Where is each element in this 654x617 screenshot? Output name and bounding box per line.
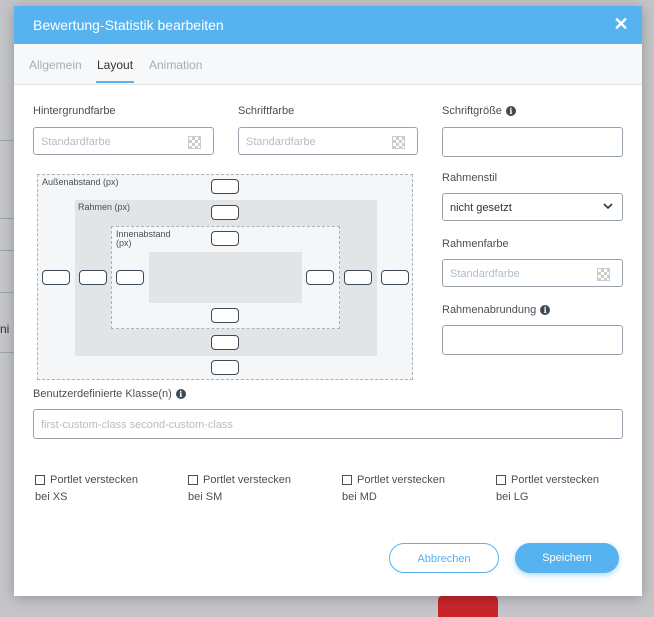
- margin-bottom-input[interactable]: [211, 360, 239, 375]
- font-color-label: Schriftfarbe: [238, 105, 295, 117]
- border-right-input[interactable]: [344, 270, 372, 285]
- border-color-field[interactable]: Standardfarbe: [442, 259, 623, 287]
- hide-lg-checkbox[interactable]: Portlet verstecken bei LG: [496, 472, 599, 506]
- tab-layout[interactable]: Layout: [97, 58, 133, 72]
- color-swatch-icon[interactable]: [392, 136, 405, 149]
- padding-label-line2: (px): [116, 238, 132, 248]
- info-icon[interactable]: i: [505, 106, 516, 117]
- checkbox-box[interactable]: [188, 475, 198, 486]
- padding-top-input[interactable]: [211, 231, 239, 246]
- background-divider: [0, 250, 14, 251]
- hide-xs-checkbox[interactable]: Portlet verstecken bei XS: [35, 472, 138, 506]
- chevron-down-icon: [603, 203, 613, 210]
- border-left-input[interactable]: [79, 270, 107, 285]
- tab-bar: Allgemein Layout Animation: [14, 44, 642, 85]
- background-color-placeholder: Standardfarbe: [41, 136, 111, 148]
- padding-left-input[interactable]: [116, 270, 144, 285]
- checkbox-label-line2: bei XS: [35, 491, 68, 503]
- checkbox-label-line2: bei LG: [496, 491, 529, 503]
- background-color-field[interactable]: Standardfarbe: [33, 127, 214, 155]
- hide-sm-checkbox[interactable]: Portlet verstecken bei SM: [188, 472, 291, 506]
- background-product-image: [438, 596, 498, 617]
- custom-class-placeholder: first-custom-class second-custom-class: [41, 419, 233, 431]
- border-color-label: Rahmenfarbe: [442, 238, 509, 250]
- close-icon[interactable]: ✕: [612, 15, 630, 33]
- padding-right-input[interactable]: [306, 270, 334, 285]
- border-color-placeholder: Standardfarbe: [450, 268, 520, 280]
- checkbox-label-line2: bei SM: [188, 491, 223, 503]
- content-box: [149, 252, 302, 303]
- border-style-select[interactable]: nicht gesetzt: [442, 193, 623, 221]
- custom-class-label: Benutzerdefinierte Klasse(n) i: [33, 388, 186, 400]
- cancel-button[interactable]: Abbrechen: [389, 543, 499, 573]
- margin-left-input[interactable]: [42, 270, 70, 285]
- checkbox-box[interactable]: [342, 475, 352, 486]
- font-size-label-text: Schriftgröße: [442, 105, 502, 117]
- border-label: Rahmen (px): [78, 202, 131, 212]
- save-button[interactable]: Speichern: [515, 543, 619, 573]
- dialog-header: Bewertung-Statistik bearbeiten ✕: [14, 6, 642, 44]
- checkbox-label: Portlet verstecken: [203, 474, 292, 486]
- tab-allgemein[interactable]: Allgemein: [29, 58, 82, 72]
- background-color-label: Hintergrundfarbe: [33, 105, 116, 117]
- background-partial-text: ni: [0, 322, 10, 336]
- border-top-input[interactable]: [211, 205, 239, 220]
- checkbox-box[interactable]: [496, 475, 506, 486]
- custom-class-input[interactable]: first-custom-class second-custom-class: [33, 409, 623, 439]
- border-style-value: nicht gesetzt: [450, 202, 512, 214]
- checkbox-label: Portlet verstecken: [357, 474, 446, 486]
- checkbox-label: Portlet verstecken: [511, 474, 600, 486]
- dialog-title: Bewertung-Statistik bearbeiten: [33, 17, 224, 33]
- background-divider: [0, 292, 14, 293]
- font-size-input[interactable]: [442, 127, 623, 157]
- border-radius-label-text: Rahmenabrundung: [442, 304, 537, 316]
- border-radius-label: Rahmenabrundung i: [442, 304, 551, 316]
- padding-bottom-input[interactable]: [211, 308, 239, 323]
- font-color-field[interactable]: Standardfarbe: [238, 127, 418, 155]
- info-icon[interactable]: i: [175, 389, 186, 400]
- checkbox-label-line2: bei MD: [342, 491, 377, 503]
- color-swatch-icon[interactable]: [188, 136, 201, 149]
- info-icon[interactable]: i: [540, 305, 551, 316]
- padding-label: Innenabstand (px): [116, 230, 171, 248]
- margin-label: Außenabstand (px): [42, 177, 119, 187]
- border-style-label: Rahmenstil: [442, 172, 498, 184]
- font-color-placeholder: Standardfarbe: [246, 136, 316, 148]
- tab-animation[interactable]: Animation: [149, 58, 202, 72]
- checkbox-box[interactable]: [35, 475, 45, 486]
- border-radius-input[interactable]: [442, 325, 623, 355]
- custom-class-label-text: Benutzerdefinierte Klasse(n): [33, 388, 172, 400]
- background-divider: [0, 218, 14, 219]
- checkbox-label: Portlet verstecken: [50, 474, 139, 486]
- border-bottom-input[interactable]: [211, 335, 239, 350]
- background-divider: [0, 140, 14, 141]
- color-swatch-icon[interactable]: [597, 268, 610, 281]
- margin-right-input[interactable]: [381, 270, 409, 285]
- active-tab-indicator: [96, 81, 134, 83]
- font-size-label: Schriftgröße i: [442, 105, 516, 117]
- margin-top-input[interactable]: [211, 179, 239, 194]
- hide-md-checkbox[interactable]: Portlet verstecken bei MD: [342, 472, 445, 506]
- background-divider: [0, 352, 14, 353]
- edit-dialog: Bewertung-Statistik bearbeiten ✕ Allgeme…: [14, 6, 642, 596]
